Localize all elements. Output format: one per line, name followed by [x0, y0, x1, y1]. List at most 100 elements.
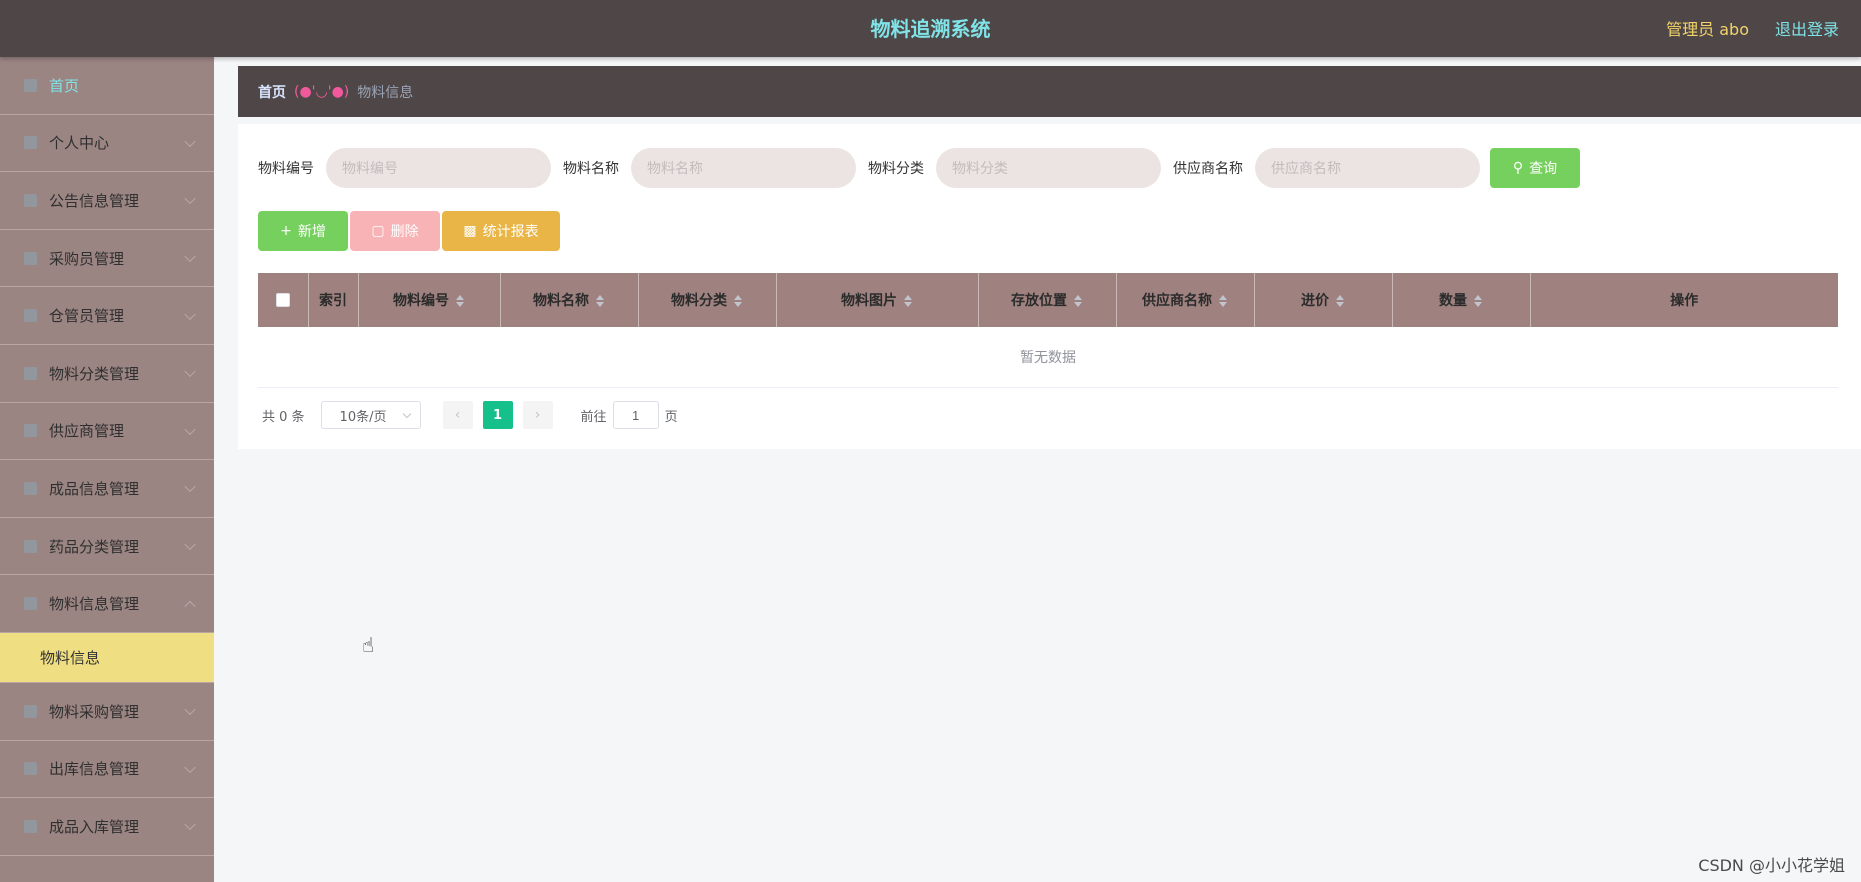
- sidebar: 首页 个人中心 公告信息管理 采购员管理 仓管员管理 物料分类管理 供应商管理 …: [0, 57, 214, 882]
- sort-icon[interactable]: [1073, 294, 1083, 308]
- sort-icon[interactable]: [1335, 294, 1345, 308]
- sidebar-item-drug-category[interactable]: 药品分类管理: [0, 518, 214, 576]
- sort-icon[interactable]: [1218, 294, 1228, 308]
- report-button[interactable]: ▩ 统计报表: [442, 211, 560, 251]
- submenu-item-material-info[interactable]: 物料信息: [0, 632, 214, 683]
- chevron-down-icon: [184, 366, 196, 378]
- admin-label: 管理员 abo: [1666, 20, 1749, 39]
- page-number-1[interactable]: 1: [482, 401, 513, 429]
- sidebar-item-label: 药品分类管理: [49, 537, 140, 556]
- material-category-input[interactable]: [936, 148, 1161, 188]
- watermark: CSDN @小小花学姐: [1698, 856, 1845, 875]
- sidebar-item-purchaser[interactable]: 采购员管理: [0, 230, 214, 288]
- column-header-label: 操作: [1670, 293, 1699, 309]
- material-category-label: 物料分类: [868, 161, 924, 177]
- material-table: 索引 物料编号 物料名称 物料分类 物料图片 存放位置 供应商名称 进价 数量 …: [258, 273, 1838, 388]
- column-header-material-image[interactable]: 物料图片: [776, 273, 979, 327]
- sidebar-item-material-category[interactable]: 物料分类管理: [0, 345, 214, 403]
- next-page-button[interactable]: ›: [522, 401, 553, 429]
- query-button-label: 查询: [1529, 161, 1558, 177]
- sidebar-item-label: 出库信息管理: [49, 760, 140, 779]
- trash-icon: ▢: [371, 223, 385, 239]
- goto-page-input[interactable]: [612, 401, 659, 429]
- home-icon: [24, 78, 37, 92]
- page-size-select[interactable]: 10条/页: [320, 401, 421, 429]
- sidebar-item-material-info[interactable]: 物料信息管理: [0, 575, 214, 633]
- sort-icon[interactable]: [455, 294, 465, 308]
- sidebar-item-label: 采购员管理: [49, 249, 125, 268]
- material-name-input[interactable]: [631, 148, 856, 188]
- supplier-name-input[interactable]: [1255, 148, 1480, 188]
- pagination-total: 共 0 条: [262, 409, 305, 425]
- sidebar-item-notice[interactable]: 公告信息管理: [0, 172, 214, 230]
- delete-button[interactable]: ▢ 删除: [350, 211, 440, 251]
- chevron-right-icon: ›: [534, 407, 541, 423]
- sidebar-item-label: 成品入库管理: [49, 817, 140, 836]
- sidebar-item-product-inbound[interactable]: 成品入库管理: [0, 798, 214, 856]
- breadcrumb-separator: (●'◡'●): [294, 83, 350, 100]
- sidebar-item-warehouse-keeper[interactable]: 仓管员管理: [0, 287, 214, 345]
- column-header-storage-location[interactable]: 存放位置: [978, 273, 1117, 327]
- report-button-label: 统计报表: [482, 224, 539, 240]
- sidebar-item-product-info[interactable]: 成品信息管理: [0, 460, 214, 518]
- folder-icon: [24, 597, 37, 611]
- page-suffix: 页: [664, 409, 678, 425]
- top-header: 物料追溯系统 管理员 abo 退出登录: [0, 0, 1861, 57]
- pagination: 共 0 条 10条/页 ‹ 1 › 前往 页: [262, 401, 678, 429]
- grid-icon: [24, 539, 37, 553]
- sidebar-item-material-purchase[interactable]: 物料采购管理: [0, 683, 214, 741]
- column-header-material-category[interactable]: 物料分类: [638, 273, 777, 327]
- breadcrumb: 首页 (●'◡'●) 物料信息: [238, 66, 1861, 117]
- delete-button-label: 删除: [390, 224, 419, 240]
- chevron-up-icon: [184, 600, 196, 612]
- breadcrumb-home[interactable]: 首页: [258, 82, 286, 102]
- column-header-label: 索引: [319, 293, 347, 309]
- sort-icon[interactable]: [903, 294, 913, 308]
- select-all-header: [258, 273, 309, 327]
- plus-icon: +: [280, 223, 292, 239]
- location-icon: [24, 309, 37, 323]
- sort-icon[interactable]: [733, 294, 743, 308]
- sidebar-item-label: 成品信息管理: [49, 479, 140, 498]
- empty-text: 暂无数据: [258, 327, 1838, 388]
- sidebar-item-home[interactable]: 首页: [0, 57, 214, 115]
- sidebar-item-label: 公告信息管理: [49, 191, 140, 210]
- sort-icon[interactable]: [1473, 294, 1483, 308]
- sidebar-item-outbound[interactable]: 出库信息管理: [0, 741, 214, 799]
- page-size-value: 10条/页: [339, 409, 387, 425]
- apps-icon: [24, 819, 37, 833]
- logout-button[interactable]: 退出登录: [1775, 16, 1839, 40]
- search-form: 物料编号 物料名称 物料分类 供应商名称 ⚲ 查询: [258, 148, 1580, 188]
- sidebar-item-label: 物料分类管理: [49, 364, 140, 383]
- clock-icon: [24, 366, 37, 380]
- sidebar-item-supplier[interactable]: 供应商管理: [0, 403, 214, 461]
- box-icon: [24, 762, 37, 776]
- query-button[interactable]: ⚲ 查询: [1490, 148, 1580, 188]
- material-code-label: 物料编号: [258, 161, 314, 177]
- sidebar-item-personal-center[interactable]: 个人中心: [0, 115, 214, 173]
- select-all-checkbox[interactable]: [275, 293, 290, 307]
- column-header-label: 物料名称: [533, 293, 589, 309]
- search-icon: ⚲: [1512, 160, 1524, 176]
- card-icon: [24, 704, 37, 718]
- sidebar-item-label: 仓管员管理: [49, 307, 125, 326]
- add-button[interactable]: + 新增: [258, 211, 348, 251]
- chevron-down-icon: [184, 250, 196, 263]
- add-button-label: 新增: [297, 224, 326, 240]
- column-header-supplier-name[interactable]: 供应商名称: [1116, 273, 1255, 327]
- column-header-quantity[interactable]: 数量: [1392, 273, 1531, 327]
- column-header-index: 索引: [308, 273, 359, 327]
- main-panel: 物料编号 物料名称 物料分类 供应商名称 ⚲ 查询 + 新增 ▢ 删除 ▩ 统计…: [238, 124, 1861, 449]
- column-header-label: 供应商名称: [1142, 293, 1212, 309]
- material-code-input[interactable]: [326, 148, 551, 188]
- table-empty-row: 暂无数据: [258, 327, 1838, 388]
- breadcrumb-current: 物料信息: [357, 84, 414, 101]
- column-header-price[interactable]: 进价: [1254, 273, 1393, 327]
- column-header-material-name[interactable]: 物料名称: [500, 273, 639, 327]
- chevron-left-icon: ‹: [454, 407, 461, 423]
- column-header-material-code[interactable]: 物料编号: [358, 273, 501, 327]
- hand-cursor-icon: ☝: [362, 633, 375, 657]
- prev-page-button[interactable]: ‹: [442, 401, 473, 429]
- chevron-down-icon: [184, 819, 196, 831]
- sort-icon[interactable]: [595, 294, 605, 308]
